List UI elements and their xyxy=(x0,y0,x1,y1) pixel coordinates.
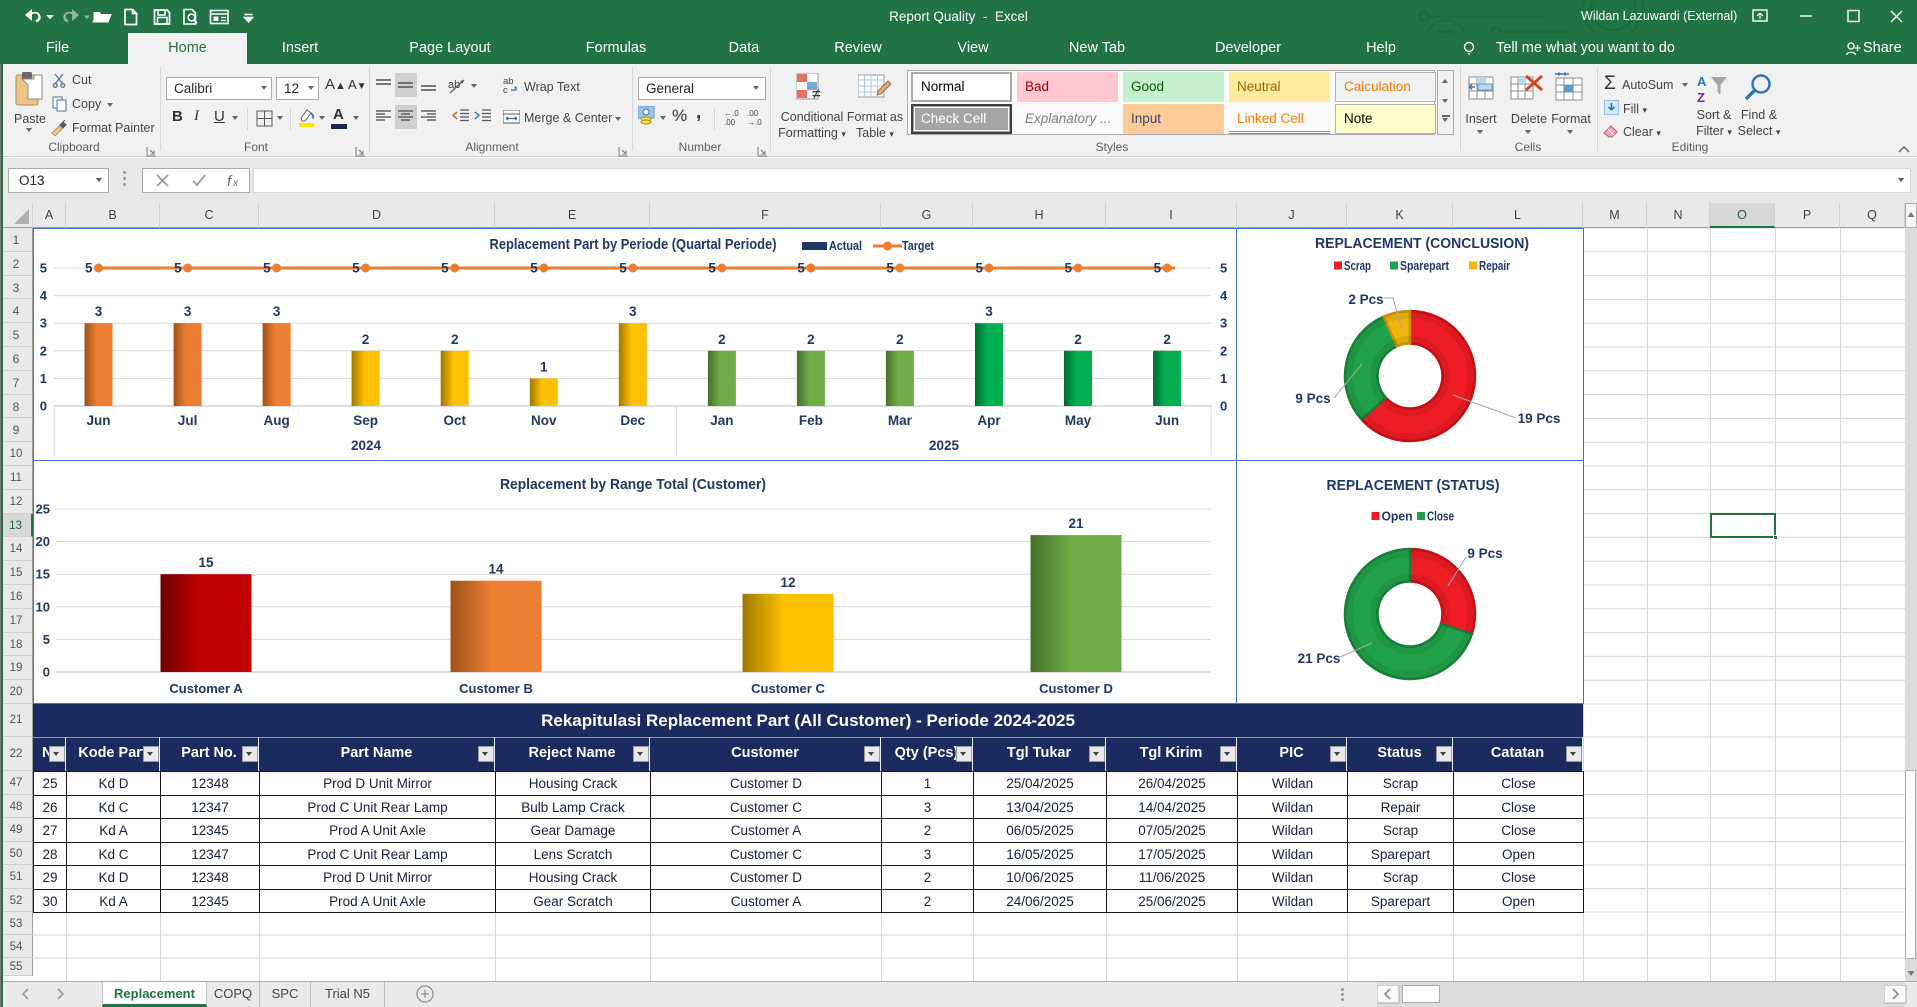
svg-text:5: 5 xyxy=(441,261,449,276)
svg-text:5: 5 xyxy=(174,261,182,276)
svg-text:Open: Open xyxy=(1382,510,1413,524)
svg-text:5: 5 xyxy=(619,261,627,276)
svg-text:A: A xyxy=(1697,74,1707,89)
svg-text:x: x xyxy=(232,178,239,189)
svg-text:5: 5 xyxy=(352,261,360,276)
svg-text:Customer A: Customer A xyxy=(169,681,243,696)
svg-text:Customer D: Customer D xyxy=(1039,681,1113,696)
svg-text:c: c xyxy=(503,85,508,95)
svg-text:Repair: Repair xyxy=(1479,259,1510,273)
svg-text:9 Pcs: 9 Pcs xyxy=(1295,391,1330,406)
svg-text:3: 3 xyxy=(184,304,192,319)
svg-text:REPLACEMENT (STATUS): REPLACEMENT (STATUS) xyxy=(1327,478,1500,494)
svg-text:Feb: Feb xyxy=(799,413,823,428)
svg-text:21: 21 xyxy=(1068,516,1084,531)
svg-text:3: 3 xyxy=(273,304,281,319)
svg-text:2 Pcs: 2 Pcs xyxy=(1348,292,1383,307)
svg-text:Jun: Jun xyxy=(1155,413,1179,428)
svg-text:2024: 2024 xyxy=(351,438,382,453)
svg-text:Oct: Oct xyxy=(443,413,466,428)
svg-text:2025: 2025 xyxy=(929,438,960,453)
svg-text:Mar: Mar xyxy=(888,413,913,428)
svg-text:2: 2 xyxy=(40,343,47,358)
svg-text:3: 3 xyxy=(985,304,993,319)
svg-text:→.0: →.0 xyxy=(747,118,762,126)
svg-text:1: 1 xyxy=(40,371,47,386)
svg-text:4: 4 xyxy=(1220,288,1228,303)
svg-text:20: 20 xyxy=(36,534,50,549)
svg-text:2: 2 xyxy=(807,332,815,347)
svg-text:5: 5 xyxy=(1064,261,1072,276)
svg-text:5: 5 xyxy=(530,261,538,276)
svg-text:←.0: ←.0 xyxy=(724,109,739,118)
svg-text:4: 4 xyxy=(40,288,48,303)
svg-text:.00: .00 xyxy=(724,118,736,126)
svg-text:15: 15 xyxy=(198,555,214,570)
svg-text:Scrap: Scrap xyxy=(1344,259,1371,273)
svg-text:.00: .00 xyxy=(747,109,759,118)
svg-text:Jun: Jun xyxy=(86,413,110,428)
svg-text:0: 0 xyxy=(40,399,47,414)
svg-text:Sep: Sep xyxy=(353,413,378,428)
svg-text:Apr: Apr xyxy=(977,413,1001,428)
svg-text:Replacement by Range Total (Cu: Replacement by Range Total (Customer) xyxy=(500,476,766,493)
svg-text:Close: Close xyxy=(1427,510,1454,524)
svg-text:5: 5 xyxy=(43,632,50,647)
svg-text:3: 3 xyxy=(629,304,637,319)
svg-text:14: 14 xyxy=(488,562,504,577)
svg-text:2: 2 xyxy=(1074,332,1082,347)
svg-text:5: 5 xyxy=(886,261,894,276)
svg-text:2: 2 xyxy=(1220,343,1227,358)
svg-text:1: 1 xyxy=(1220,371,1227,386)
svg-text:5: 5 xyxy=(708,261,716,276)
svg-text:5: 5 xyxy=(1220,261,1227,276)
svg-text:Dec: Dec xyxy=(620,413,645,428)
svg-text:21 Pcs: 21 Pcs xyxy=(1298,651,1341,666)
svg-text:5: 5 xyxy=(1154,261,1162,276)
svg-text:15: 15 xyxy=(36,567,50,582)
svg-text:REPLACEMENT (CONCLUSION): REPLACEMENT (CONCLUSION) xyxy=(1315,236,1529,252)
svg-text:≠: ≠ xyxy=(812,86,821,103)
svg-text:2: 2 xyxy=(896,332,904,347)
svg-text:Actual: Actual xyxy=(829,238,862,253)
svg-text:Customer C: Customer C xyxy=(751,681,825,696)
svg-text:5: 5 xyxy=(263,261,271,276)
svg-text:5: 5 xyxy=(40,261,47,276)
svg-text:1: 1 xyxy=(540,359,548,374)
svg-text:Aug: Aug xyxy=(263,413,289,428)
svg-text:0: 0 xyxy=(43,665,50,680)
svg-text:Z: Z xyxy=(1697,90,1705,105)
svg-text:Replacement Part by Periode (Q: Replacement Part by Periode (Quartal Per… xyxy=(490,236,777,253)
svg-text:3: 3 xyxy=(40,316,47,331)
svg-text:5: 5 xyxy=(975,261,983,276)
svg-text:25: 25 xyxy=(36,502,50,517)
svg-text:2: 2 xyxy=(718,332,726,347)
svg-text:2: 2 xyxy=(451,332,459,347)
svg-text:5: 5 xyxy=(85,261,93,276)
svg-text:2: 2 xyxy=(362,332,370,347)
svg-text:Nov: Nov xyxy=(531,413,557,428)
svg-text:19 Pcs: 19 Pcs xyxy=(1518,411,1561,426)
svg-text:5: 5 xyxy=(797,261,805,276)
svg-text:Customer B: Customer B xyxy=(459,681,533,696)
svg-text:10: 10 xyxy=(36,599,50,614)
svg-text:Jul: Jul xyxy=(178,413,198,428)
svg-text:0: 0 xyxy=(1220,399,1227,414)
svg-text:9 Pcs: 9 Pcs xyxy=(1467,546,1502,561)
svg-text:May: May xyxy=(1065,413,1092,428)
svg-text:Sparepart: Sparepart xyxy=(1400,259,1450,273)
svg-text:3: 3 xyxy=(95,304,103,319)
svg-text:Target: Target xyxy=(902,238,935,253)
svg-text:Jan: Jan xyxy=(710,413,733,428)
svg-text:12: 12 xyxy=(780,575,795,590)
svg-text:3: 3 xyxy=(1220,316,1227,331)
svg-text:2: 2 xyxy=(1163,332,1171,347)
